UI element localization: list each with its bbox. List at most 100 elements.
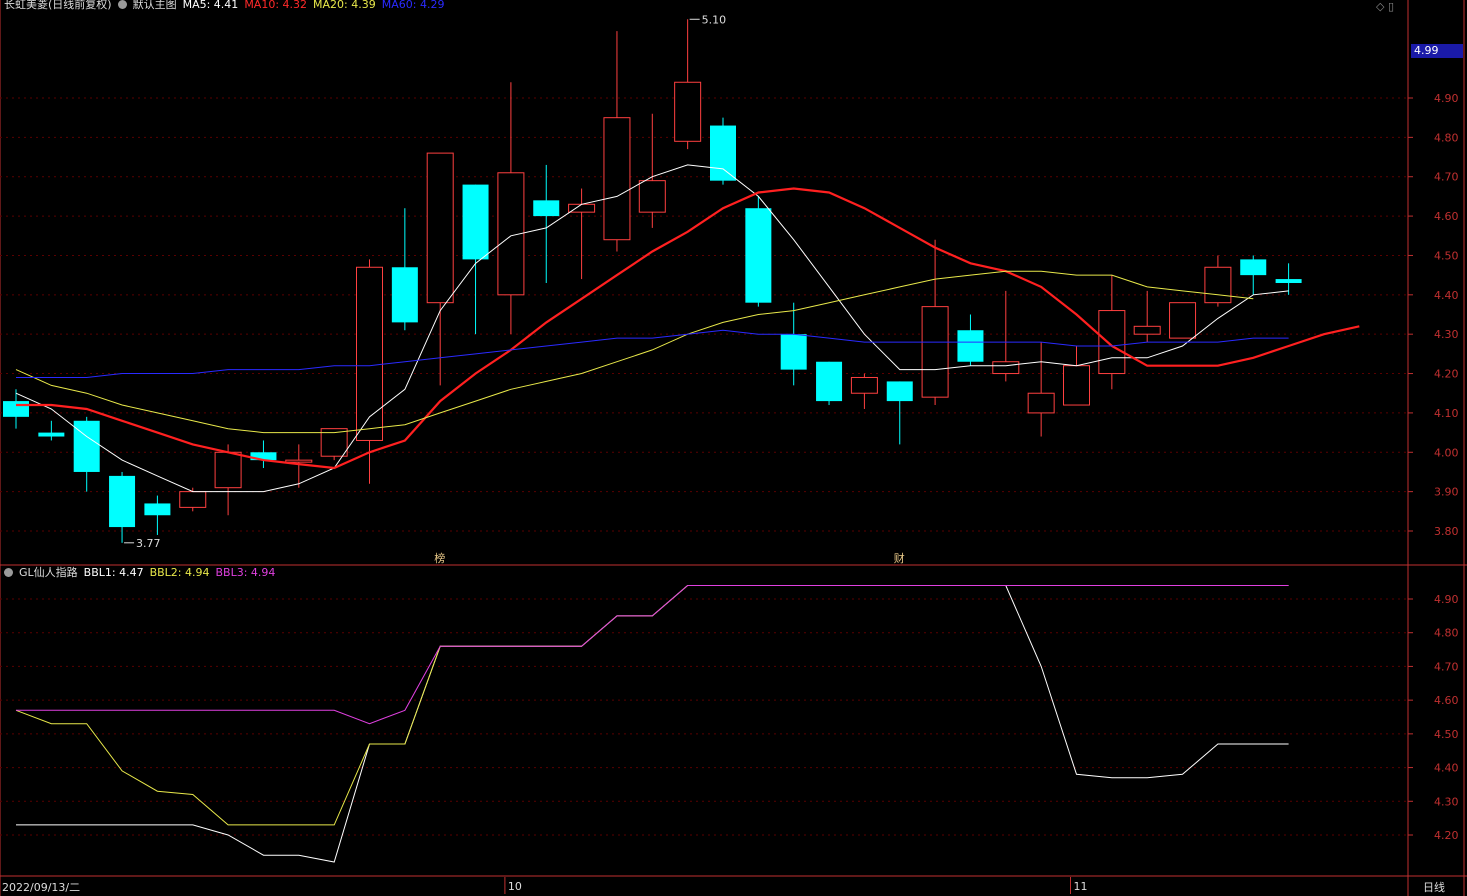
diamond-icon[interactable]: ◇ (1376, 0, 1384, 13)
candle-body (780, 334, 807, 370)
bbl-label-1: BBL2: 4.94 (149, 566, 210, 579)
candle (391, 208, 418, 331)
candle-body (638, 180, 666, 213)
price-tick-label: 4.60 (1434, 210, 1459, 223)
series-line-ma60 (16, 329, 1289, 378)
price-tick-label: 4.90 (1434, 92, 1459, 105)
candlestick-panel[interactable]: 5.10 3.77 榜 财 (3, 13, 1360, 565)
indicator-tick-label: 4.60 (1434, 694, 1459, 707)
ma-label-2: MA20: 4.39 (313, 0, 376, 11)
main-header: 长虹美菱(日线前复权) 默认主图 MA5: 4.41 MA10: 4.32 MA20: … (4, 0, 456, 12)
candle-body (356, 266, 383, 441)
indicator-tick-label: 4.90 (1434, 593, 1459, 606)
series-line-ma20 (15, 270, 1254, 434)
main-chart-label[interactable]: 默认主图 (133, 0, 177, 11)
candle (250, 440, 277, 469)
candle (1169, 302, 1197, 339)
candle (462, 184, 489, 335)
date-tick-label: 11 (1074, 880, 1088, 893)
candle-body (992, 361, 1020, 375)
candle-body (1027, 392, 1055, 414)
candle-body (426, 152, 454, 304)
event-mark: 榜 (434, 551, 445, 565)
price-tick-label: 4.30 (1434, 328, 1459, 341)
candle (603, 31, 631, 252)
date-tick-label: 10 (508, 880, 522, 893)
candle (144, 495, 171, 535)
candle-body (850, 376, 878, 394)
extreme-label: 5.10 (702, 13, 727, 26)
series-line-bbl2 (15, 585, 1289, 826)
bbl-label-0: BBL1: 4.47 (83, 566, 144, 579)
sub-header: GL仙人指路 BBL1: 4.47 BBL2: 4.94 BBL3: 4.94 (4, 566, 287, 580)
indicator-tick-label: 4.30 (1434, 795, 1459, 808)
candle (426, 152, 454, 386)
stock-title[interactable]: 长虹美菱(日线前复权) (4, 0, 112, 11)
candle-body (603, 117, 631, 241)
candle-body (957, 330, 984, 362)
indicator-tick-label: 4.20 (1434, 829, 1459, 842)
candle (638, 113, 666, 228)
price-tick-label: 4.50 (1434, 249, 1459, 262)
candle-body (1275, 279, 1302, 284)
candle-body (144, 503, 171, 516)
candle-body (921, 306, 949, 398)
bbl-label-2: BBL3: 4.94 (215, 566, 276, 579)
indicator-tick-label: 4.80 (1434, 627, 1459, 640)
candle (674, 19, 702, 150)
candle-body (1240, 259, 1267, 276)
current-price-badge: 4.99 (1411, 44, 1463, 58)
price-tick-label: 3.80 (1434, 525, 1459, 538)
indicator-tick-label: 4.70 (1434, 660, 1459, 673)
indicator-settings-icon[interactable] (4, 568, 13, 577)
price-tick-label: 4.80 (1434, 131, 1459, 144)
settings-circle-icon[interactable] (117, 0, 127, 9)
candle-body (38, 432, 65, 437)
candle (109, 471, 136, 543)
price-tick-label: 4.20 (1434, 368, 1459, 381)
candle (886, 381, 913, 445)
candle (710, 117, 736, 185)
candle (1027, 342, 1055, 437)
candle (38, 420, 65, 441)
ma-label-3: MA60: 4.29 (381, 0, 445, 11)
chart-canvas[interactable]: 5.10 3.77 榜 财 3.80 3.90 4.00 4.10 4.20 4.30 4.40 4… (0, 0, 1467, 896)
candle (850, 373, 878, 409)
candle-body (391, 267, 418, 323)
candle (3, 389, 29, 429)
scroll-icon[interactable]: ▯ (1388, 0, 1394, 13)
candle-body (745, 208, 772, 303)
indicator-tick-label: 4.40 (1434, 762, 1459, 775)
candle-body (674, 81, 702, 142)
candle (1133, 290, 1161, 343)
candle-body (886, 381, 913, 402)
candle (73, 416, 100, 492)
indicator-tick-label: 4.50 (1434, 728, 1459, 741)
candle (1275, 263, 1302, 295)
cursor-date-label: 2022/09/13/二 (2, 881, 81, 894)
candle-body (3, 401, 29, 417)
candle-body (285, 459, 313, 463)
candle (1240, 255, 1267, 295)
candle (992, 290, 1020, 382)
indicator-name[interactable]: GL仙人指路 (19, 566, 78, 579)
candle (921, 239, 949, 406)
timeframe-label[interactable]: 日线 (1423, 879, 1445, 895)
candle-body (73, 420, 100, 472)
indicator-panel[interactable] (15, 585, 1289, 863)
candle-body (1063, 365, 1090, 406)
extreme-label: 3.77 (136, 537, 161, 550)
window-controls[interactable]: ◇ ▯ (1376, 0, 1394, 13)
candle-body (1133, 325, 1161, 335)
candle-body (1204, 266, 1232, 304)
candle-body (816, 361, 843, 402)
candle (1204, 255, 1232, 307)
candle-body (109, 475, 136, 528)
candle-body (462, 184, 489, 260)
candle (533, 164, 560, 284)
price-tick-label: 4.40 (1434, 289, 1459, 302)
candle-body (710, 125, 736, 181)
candle (957, 314, 984, 366)
ma-label-0: MA5: 4.41 (182, 0, 239, 11)
candle-body (533, 200, 560, 217)
